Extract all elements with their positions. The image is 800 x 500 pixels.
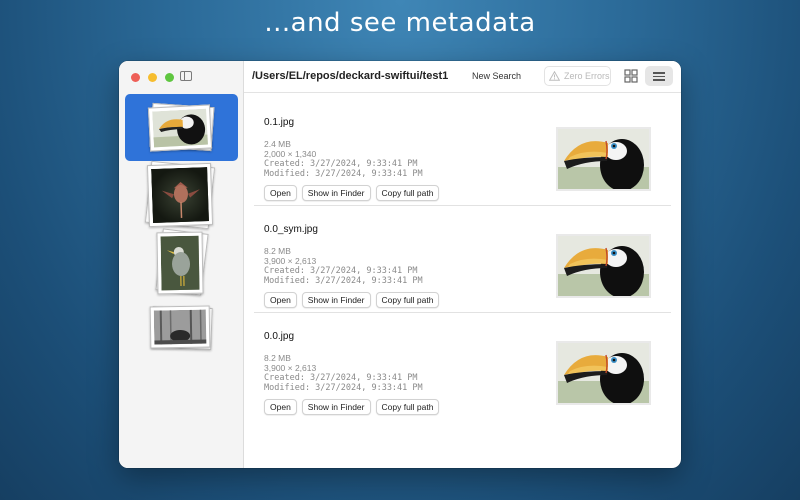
warning-icon [549, 71, 560, 81]
file-name: 0.0.jpg [264, 331, 295, 342]
file-dimensions: 2,000 × 1,340 [264, 149, 317, 159]
file-size: 8.2 MB [264, 246, 291, 256]
sidebar-toggle-icon[interactable] [180, 71, 192, 81]
file-metadata: 8.2 MB 3,900 × 2,613 Created: 3/27/2024,… [264, 353, 423, 393]
image-stack-forest[interactable] [149, 304, 213, 352]
file-metadata: 2.4 MB 2,000 × 1,340 Created: 3/27/2024,… [264, 139, 423, 179]
file-entry: 0.1.jpg 2.4 MB 2,000 × 1,340 Created: 3/… [254, 99, 671, 206]
file-created: Created: 3/27/2024, 9:33:41 PM [264, 266, 418, 276]
list-view-icon[interactable] [645, 66, 673, 86]
file-list: 0.1.jpg 2.4 MB 2,000 × 1,340 Created: 3/… [244, 93, 681, 468]
toucan-thumbnail-image [152, 108, 208, 148]
copy-full-path-button[interactable]: Copy full path [375, 185, 440, 201]
show-in-finder-button[interactable]: Show in Finder [301, 399, 371, 415]
show-in-finder-button[interactable]: Show in Finder [301, 185, 371, 201]
file-modified: Modified: 3/27/2024, 9:33:41 PM [264, 383, 423, 393]
file-metadata: 8.2 MB 3,900 × 2,613 Created: 3/27/2024,… [264, 246, 423, 286]
window-controls [131, 73, 174, 82]
zero-errors-label: Zero Errors [564, 71, 610, 81]
close-button[interactable] [131, 73, 140, 82]
zoom-button[interactable] [165, 73, 174, 82]
grid-view-icon[interactable] [624, 69, 638, 83]
zero-errors-button[interactable]: Zero Errors [544, 66, 611, 86]
file-dimensions: 3,900 × 2,613 [264, 363, 317, 373]
image-stack-toucan[interactable] [147, 102, 215, 152]
toucan-preview-image [556, 127, 651, 191]
file-entry: 0.0.jpg 8.2 MB 3,900 × 2,613 Created: 3/… [254, 313, 671, 420]
file-modified: Modified: 3/27/2024, 9:33:41 PM [264, 276, 423, 286]
forest-thumbnail-image [153, 309, 207, 345]
headline: ...and see metadata [264, 8, 536, 38]
file-size: 8.2 MB [264, 353, 291, 363]
copy-full-path-button[interactable]: Copy full path [375, 399, 440, 415]
file-name: 0.1.jpg [264, 117, 295, 128]
show-in-finder-button[interactable]: Show in Finder [301, 292, 371, 308]
minimize-button[interactable] [148, 73, 157, 82]
image-stack-heron[interactable] [144, 160, 216, 230]
file-size: 2.4 MB [264, 139, 291, 149]
heron-thumbnail-image [151, 167, 209, 223]
open-button[interactable]: Open [264, 399, 297, 415]
file-dimensions: 3,900 × 2,613 [264, 256, 317, 266]
toolbar: /Users/EL/repos/deckard-swiftui/test1 Ne… [244, 61, 681, 93]
file-modified: Modified: 3/27/2024, 9:33:41 PM [264, 169, 423, 179]
bird-thumbnail-image [160, 235, 200, 291]
folder-path: /Users/EL/repos/deckard-swiftui/test1 [252, 70, 449, 82]
toucan-preview-image [556, 234, 651, 298]
copy-full-path-button[interactable]: Copy full path [375, 292, 440, 308]
file-created: Created: 3/27/2024, 9:33:41 PM [264, 373, 418, 383]
toucan-preview-image [556, 341, 651, 405]
file-name: 0.0_sym.jpg [264, 224, 318, 235]
open-button[interactable]: Open [264, 292, 297, 308]
file-entry: 0.0_sym.jpg 8.2 MB 3,900 × 2,613 Created… [254, 206, 671, 313]
new-search-button[interactable]: New Search [472, 71, 521, 81]
file-created: Created: 3/27/2024, 9:33:41 PM [264, 159, 418, 169]
open-button[interactable]: Open [264, 185, 297, 201]
app-window: /Users/EL/repos/deckard-swiftui/test1 Ne… [119, 61, 681, 468]
sidebar [119, 61, 244, 468]
image-stack-bird[interactable] [155, 228, 209, 297]
